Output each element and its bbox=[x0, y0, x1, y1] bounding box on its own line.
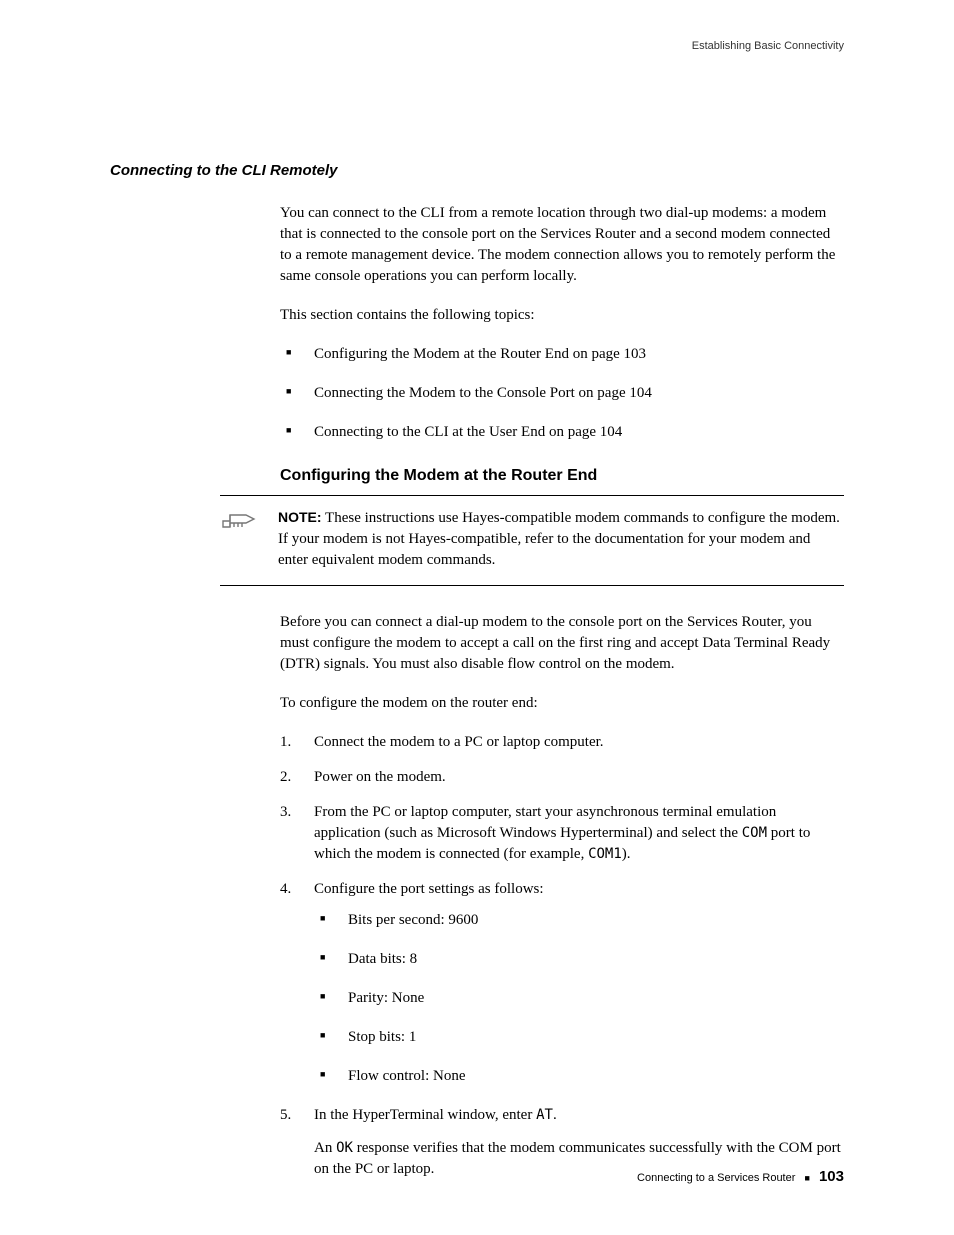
section-title: Connecting to the CLI Remotely bbox=[110, 162, 844, 179]
step-text: Configure the port settings as follows: bbox=[314, 881, 544, 897]
topic-item: Connecting the Modem to the Console Port… bbox=[280, 383, 844, 404]
steps-block: Before you can connect a dial-up modem t… bbox=[280, 612, 844, 1180]
intro-paragraph: You can connect to the CLI from a remote… bbox=[280, 203, 844, 287]
square-bullet-icon: ■ bbox=[798, 1173, 815, 1183]
page-content: Establishing Basic Connectivity Connecti… bbox=[0, 0, 954, 1180]
note-label: NOTE: bbox=[278, 509, 322, 525]
footer-text: Connecting to a Services Router bbox=[637, 1172, 795, 1184]
topic-item: Connecting to the CLI at the User End on… bbox=[280, 422, 844, 443]
note-text: NOTE: These instructions use Hayes-compa… bbox=[278, 508, 844, 571]
note-box: NOTE: These instructions use Hayes-compa… bbox=[220, 495, 844, 586]
steps-list: Connect the modem to a PC or laptop comp… bbox=[280, 732, 844, 1180]
port-setting: Data bits: 8 bbox=[314, 949, 844, 970]
intro-block: You can connect to the CLI from a remote… bbox=[280, 203, 844, 487]
page-footer: Connecting to a Services Router ■ 103 bbox=[637, 1168, 844, 1185]
topic-item: Configuring the Modem at the Router End … bbox=[280, 344, 844, 365]
steps-lead: To configure the modem on the router end… bbox=[280, 693, 844, 714]
step-item: Configure the port settings as follows: … bbox=[280, 879, 844, 1087]
pre-steps-paragraph: Before you can connect a dial-up modem t… bbox=[280, 612, 844, 675]
port-setting: Bits per second: 9600 bbox=[314, 910, 844, 931]
step-item: Power on the modem. bbox=[280, 767, 844, 788]
port-setting: Parity: None bbox=[314, 988, 844, 1009]
page-number: 103 bbox=[819, 1168, 844, 1185]
step-item: Connect the modem to a PC or laptop comp… bbox=[280, 732, 844, 753]
topics-list: Configuring the Modem at the Router End … bbox=[280, 344, 844, 443]
step-item: From the PC or laptop computer, start yo… bbox=[280, 802, 844, 865]
step-text: An bbox=[314, 1140, 336, 1156]
step-text: . bbox=[553, 1107, 557, 1123]
step-text: In the HyperTerminal window, enter bbox=[314, 1107, 536, 1123]
step-text: ). bbox=[622, 846, 631, 862]
topics-lead: This section contains the following topi… bbox=[280, 305, 844, 326]
port-settings-list: Bits per second: 9600 Data bits: 8 Parit… bbox=[314, 910, 844, 1087]
code-at: AT bbox=[536, 1107, 553, 1123]
port-setting: Stop bits: 1 bbox=[314, 1027, 844, 1048]
note-body: These instructions use Hayes-compatible … bbox=[278, 510, 840, 568]
hand-point-icon bbox=[220, 508, 260, 571]
code-com: COM bbox=[742, 825, 767, 841]
port-setting: Flow control: None bbox=[314, 1066, 844, 1087]
code-ok: OK bbox=[336, 1140, 353, 1156]
running-head: Establishing Basic Connectivity bbox=[110, 40, 844, 52]
code-com1: COM1 bbox=[588, 846, 622, 862]
step-text: From the PC or laptop computer, start yo… bbox=[314, 804, 776, 841]
sub-heading: Configuring the Modem at the Router End bbox=[280, 465, 844, 487]
